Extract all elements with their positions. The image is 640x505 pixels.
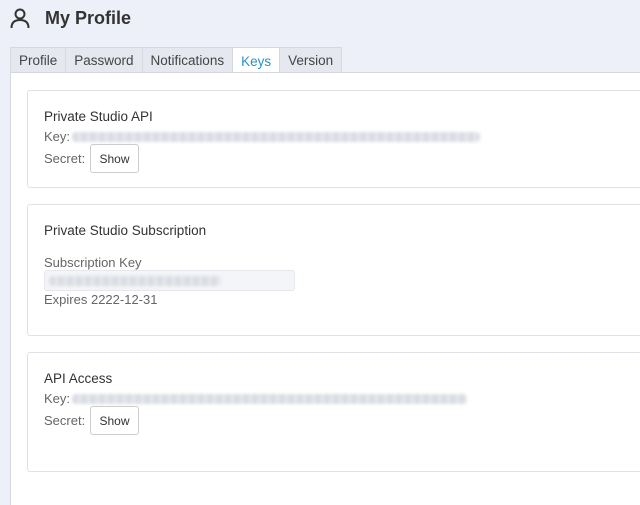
expires-text: Expires 2222-12-31 bbox=[44, 292, 158, 307]
show-secret-button[interactable]: Show bbox=[90, 144, 139, 173]
tab-version[interactable]: Version bbox=[280, 47, 343, 73]
user-icon bbox=[10, 8, 30, 29]
subscription-card: Private Studio Subscription Subscription… bbox=[27, 204, 640, 336]
secret-label: Secret: bbox=[44, 151, 86, 166]
subscription-key-redacted bbox=[49, 276, 221, 286]
keys-panel: Private Studio API Key: Secret: Show Pri… bbox=[10, 72, 640, 505]
card-title: API Access bbox=[44, 371, 113, 386]
key-label: Key: bbox=[44, 391, 71, 406]
secret-label: Secret: bbox=[44, 413, 86, 428]
tab-keys[interactable]: Keys bbox=[233, 47, 281, 74]
profile-tabs: Profile Password Notifications Keys Vers… bbox=[10, 47, 343, 74]
tab-password[interactable]: Password bbox=[66, 47, 143, 73]
card-title: Private Studio Subscription bbox=[44, 223, 207, 238]
studio-api-card: Private Studio API Key: Secret: Show bbox=[27, 90, 640, 188]
subscription-key-label: Subscription Key bbox=[44, 255, 142, 270]
key-label: Key: bbox=[44, 129, 71, 144]
tab-notifications[interactable]: Notifications bbox=[142, 47, 234, 73]
tab-profile[interactable]: Profile bbox=[10, 47, 67, 73]
api-access-card: API Access Key: Secret: Show bbox=[27, 352, 640, 472]
key-value-redacted bbox=[72, 394, 467, 404]
show-secret-button[interactable]: Show bbox=[90, 406, 139, 435]
subscription-key-field[interactable] bbox=[44, 270, 295, 291]
page-header: My Profile bbox=[0, 0, 640, 40]
page-title: My Profile bbox=[45, 8, 132, 28]
key-value-redacted bbox=[72, 132, 480, 142]
card-title: Private Studio API bbox=[44, 109, 153, 124]
